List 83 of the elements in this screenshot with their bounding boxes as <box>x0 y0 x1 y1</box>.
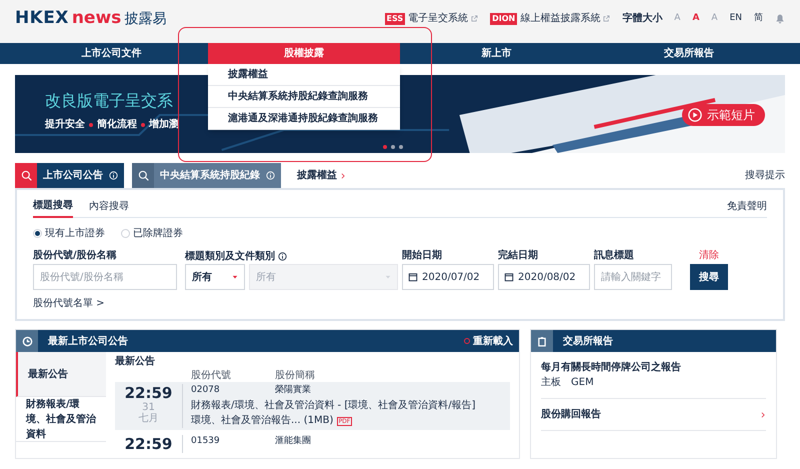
bell-icon <box>775 14 785 24</box>
menu-item[interactable]: 滬港通及深港通持股紀錄查詢服務 <box>208 108 400 130</box>
banner-subtitle: 簡化流程 <box>97 117 137 132</box>
menu-item[interactable]: 披露權益 <box>208 64 400 86</box>
bullet-icon <box>89 122 93 126</box>
play-icon <box>688 108 702 122</box>
nav-item[interactable]: 新上市 <box>400 43 592 64</box>
clipboard-icon <box>537 336 547 346</box>
announcement-title: 財務報表/環境、社會及管治資料 - [環境、社會及管治資料/報告] <box>191 398 476 412</box>
search-mode-tab[interactable]: 標題搜尋 <box>33 196 73 218</box>
stock-field[interactable]: 股份代號/股份名稱 <box>33 264 177 290</box>
stock-code: 02078 <box>191 384 221 397</box>
month-text: 七月 <box>138 413 160 425</box>
search-icon <box>138 170 148 181</box>
keyword-field[interactable]: 請輸入關鍵字 <box>594 264 672 290</box>
category-select[interactable]: 所有 <box>185 264 245 290</box>
clear-link[interactable]: 清除 <box>690 248 728 264</box>
section-heading: 最新公告 <box>115 354 156 368</box>
field-label: 訊息標題 <box>594 248 635 263</box>
demo-video-button[interactable]: 示範短片 <box>682 104 765 126</box>
font-size-label: 字體大小 <box>622 11 662 26</box>
chevron-icon <box>760 410 766 418</box>
start-date-field[interactable]: 2020/07/02 <box>402 264 494 290</box>
info-icon <box>266 171 275 180</box>
system-link[interactable]: ESS 電子呈交系統 <box>384 11 478 26</box>
external-link-icon <box>471 15 478 22</box>
system-link[interactable]: DION 線上權益披露系統 <box>490 11 610 26</box>
end-date-field[interactable]: 2020/08/02 <box>498 264 590 290</box>
board-link[interactable]: GEM <box>571 375 594 390</box>
logo-word[interactable]: news <box>72 6 122 32</box>
category-item[interactable]: 財務報表/環境、社會及管治資料 <box>16 397 106 442</box>
panel-title: 最新上市公司公告 <box>48 334 128 348</box>
nav-item[interactable]: 上市公司文件 <box>15 43 208 64</box>
stock-name: 滙能集團 <box>275 435 311 448</box>
info-icon <box>278 252 287 260</box>
time-text: 22:59 <box>124 384 174 402</box>
search-mode-tab[interactable]: 內容搜尋 <box>89 196 129 218</box>
field-label: 標題類別及文件類別 <box>185 248 398 264</box>
stock-name: 榮陽實業 <box>275 384 311 397</box>
column-header: 股份簡稱 <box>275 369 315 382</box>
field-label: 股份代號/股份名稱 <box>33 248 118 263</box>
panel-title: 交易所報告 <box>563 334 613 348</box>
nav-item[interactable]: 股權披露 <box>208 43 400 64</box>
search-icon <box>20 170 32 181</box>
search-tips-link[interactable]: 搜尋提示 <box>745 168 785 183</box>
search-button[interactable]: 搜尋 <box>690 264 728 290</box>
radio-option[interactable]: 已除牌證券 <box>121 226 183 240</box>
field-label: 開始日期 <box>402 248 443 263</box>
search-tab[interactable]: 上市公司公告 <box>15 163 124 188</box>
nav-item[interactable]: 交易所報告 <box>592 43 785 64</box>
radio-option[interactable]: 現有上市證券 <box>33 226 105 240</box>
banner-title: 改良版電子呈交系 <box>45 90 174 112</box>
day-text: 31 <box>142 402 156 413</box>
stock-code: 01539 <box>191 435 221 448</box>
disclaimer-link[interactable]: 免責聲明 <box>727 199 767 214</box>
category-item[interactable]: 最新公告 <box>16 352 106 397</box>
chevron-icon <box>340 172 346 180</box>
language-link[interactable]: EN <box>730 12 742 26</box>
external-link-icon <box>603 15 610 22</box>
disclosure-link[interactable]: 披露權益 <box>297 168 337 183</box>
search-tab[interactable]: 中央結算系統持股紀錄 <box>132 163 281 188</box>
info-icon <box>109 171 118 180</box>
font-size-option[interactable]: A <box>692 12 700 26</box>
time-text: 22:59 <box>124 435 174 453</box>
logo-mark[interactable]: HKEX <box>15 6 69 32</box>
caret-icon <box>385 274 391 280</box>
board-link[interactable]: 主板 <box>541 375 561 390</box>
report-link[interactable]: 每月有關長時間停牌公司之報告 <box>541 360 681 375</box>
banner-subtitle: 提升安全 <box>45 117 85 132</box>
column-header: 股份代號 <box>191 368 232 382</box>
menu-item[interactable]: 中央結算系統持股紀錄查詢服務 <box>208 86 400 108</box>
clock-icon <box>22 336 32 346</box>
logo-title[interactable]: 披露易 <box>124 8 166 30</box>
announcement-row[interactable]: 22:59 01539 滙能集團 <box>115 433 510 455</box>
report-link[interactable]: 股份購回報告 <box>541 407 601 422</box>
calendar-icon <box>504 272 514 282</box>
language-link[interactable]: 简 <box>754 12 763 26</box>
reload-button[interactable]: 重新載入 <box>464 334 513 348</box>
stock-list-link[interactable]: 股份代號名單 > <box>33 296 767 311</box>
field-label: 完結日期 <box>498 248 539 263</box>
bullet-icon <box>141 122 145 126</box>
calendar-icon <box>408 272 418 282</box>
caret-icon <box>232 274 238 280</box>
